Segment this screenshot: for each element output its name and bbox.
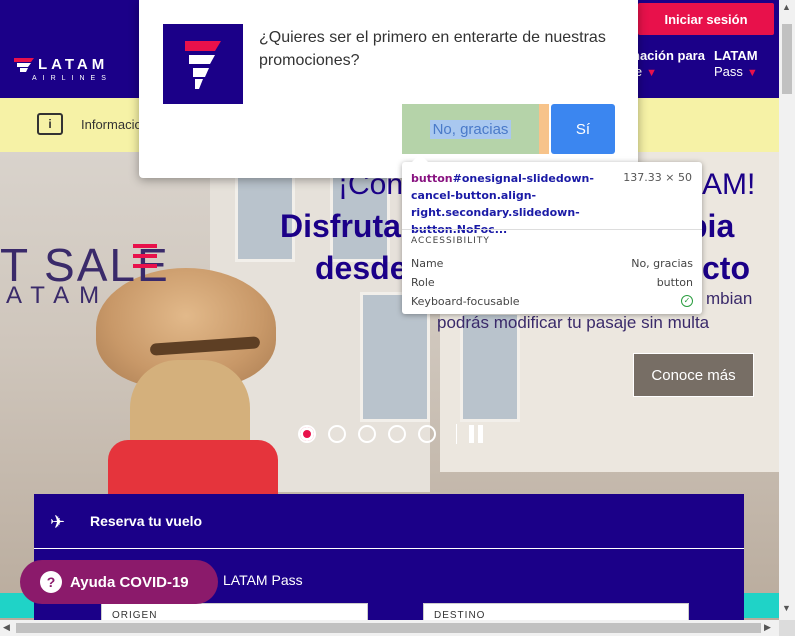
info-icon: i	[37, 113, 63, 135]
sale-stripes	[133, 244, 157, 274]
latam-app-icon	[163, 24, 243, 104]
carousel-dot-3[interactable]	[358, 425, 376, 443]
latam-logo-icon	[14, 57, 34, 72]
vertical-scrollbar[interactable]: ▲ ▼	[779, 0, 795, 620]
tooltip-divider	[402, 229, 702, 230]
carousel-dot-1[interactable]	[298, 425, 316, 443]
nav-item-latam-pass-line1: LATAM	[714, 48, 758, 63]
carousel-dots	[298, 424, 483, 444]
teal-strip-right	[744, 593, 779, 618]
element-size: 137.33 × 50	[623, 171, 692, 184]
latam-logo[interactable]: LATAM AIRLINES	[14, 56, 112, 82]
chevron-down-icon: ▼	[746, 67, 758, 79]
button-margin-highlight	[539, 104, 549, 154]
scroll-up-icon[interactable]: ▲	[782, 2, 791, 12]
accessibility-heading: ACCESSIBILITY	[411, 236, 490, 246]
nav-item-latam-pass[interactable]: LATAM Pass ▼	[714, 48, 758, 81]
plane-icon: ✈	[50, 512, 66, 532]
horizontal-scrollbar[interactable]: ◀ ▶	[0, 620, 779, 636]
chevron-down-icon: ▼	[646, 67, 658, 79]
devtools-inspect-tooltip: button#onesignal-slidedown-cancel-button…	[402, 154, 702, 314]
selector-tag: button	[411, 172, 453, 185]
logo-word: LATAM	[38, 56, 109, 73]
hero-headline-1-tail: AM!	[702, 168, 756, 201]
hero-text-1: mbian	[706, 289, 753, 308]
latam-pass-option[interactable]: LATAM Pass	[223, 572, 303, 588]
hero-text-2: podrás modificar tu pasaje sin multa	[437, 313, 710, 332]
check-icon: ✓	[681, 295, 693, 307]
accessibility-row: Keyboard-focusable ✓	[411, 295, 693, 308]
login-button[interactable]: Iniciar sesión	[638, 3, 774, 35]
conoce-mas-button[interactable]: Conoce más	[633, 353, 754, 397]
scroll-left-icon[interactable]: ◀	[3, 622, 10, 633]
nav-item-information-line1: nación para	[632, 48, 705, 63]
booking-header[interactable]: ✈ Reserva tu vuelo	[34, 494, 744, 549]
covid-help-label: Ayuda COVID-19	[70, 573, 189, 591]
accessibility-row: Name No, gracias	[411, 257, 693, 270]
scroll-thumb-horizontal[interactable]	[16, 623, 761, 633]
accessibility-row: Role button	[411, 276, 693, 289]
hero-headline-2: Disfruta	[280, 208, 401, 244]
scroll-right-icon[interactable]: ▶	[764, 622, 771, 633]
hero-shirt	[108, 440, 278, 500]
row-key: Name	[411, 257, 444, 270]
carousel-separator	[456, 424, 457, 444]
scrollbar-corner	[779, 620, 795, 636]
carousel-dot-5[interactable]	[418, 425, 436, 443]
sale-subtitle: ATAM	[6, 282, 110, 309]
hero-headline-3: desde	[315, 250, 408, 286]
scroll-down-icon[interactable]: ▼	[782, 603, 791, 613]
logo-subtitle: AIRLINES	[32, 75, 112, 82]
row-key: Role	[411, 276, 435, 289]
info-text[interactable]: Informacio	[81, 117, 142, 132]
yes-button[interactable]: Sí	[551, 104, 615, 154]
nav-item-latam-pass-line2: Pass	[714, 64, 743, 79]
no-thanks-button[interactable]: No, gracias	[402, 104, 539, 154]
notification-prompt: ¿Quieres ser el primero en enterarte de …	[139, 0, 638, 178]
covid-help-button[interactable]: ? Ayuda COVID-19	[20, 560, 218, 604]
help-icon: ?	[40, 571, 62, 593]
row-value: button	[656, 276, 693, 289]
row-value: No, gracias	[631, 257, 693, 270]
nav-item-information[interactable]: nación para je▼	[632, 48, 705, 81]
row-key: Keyboard-focusable	[411, 295, 520, 308]
scroll-thumb[interactable]	[782, 24, 792, 94]
no-thanks-label: No, gracias	[429, 119, 512, 139]
booking-title: Reserva tu vuelo	[90, 513, 203, 529]
carousel-dot-2[interactable]	[328, 425, 346, 443]
element-selector: button#onesignal-slidedown-cancel-button…	[411, 170, 621, 238]
prompt-message: ¿Quieres ser el primero en enterarte de …	[259, 29, 606, 69]
latam-logo-icon	[185, 41, 221, 89]
carousel-dot-4[interactable]	[388, 425, 406, 443]
hero-headline-3-tail: cto	[702, 250, 750, 286]
pause-icon[interactable]	[469, 425, 483, 443]
